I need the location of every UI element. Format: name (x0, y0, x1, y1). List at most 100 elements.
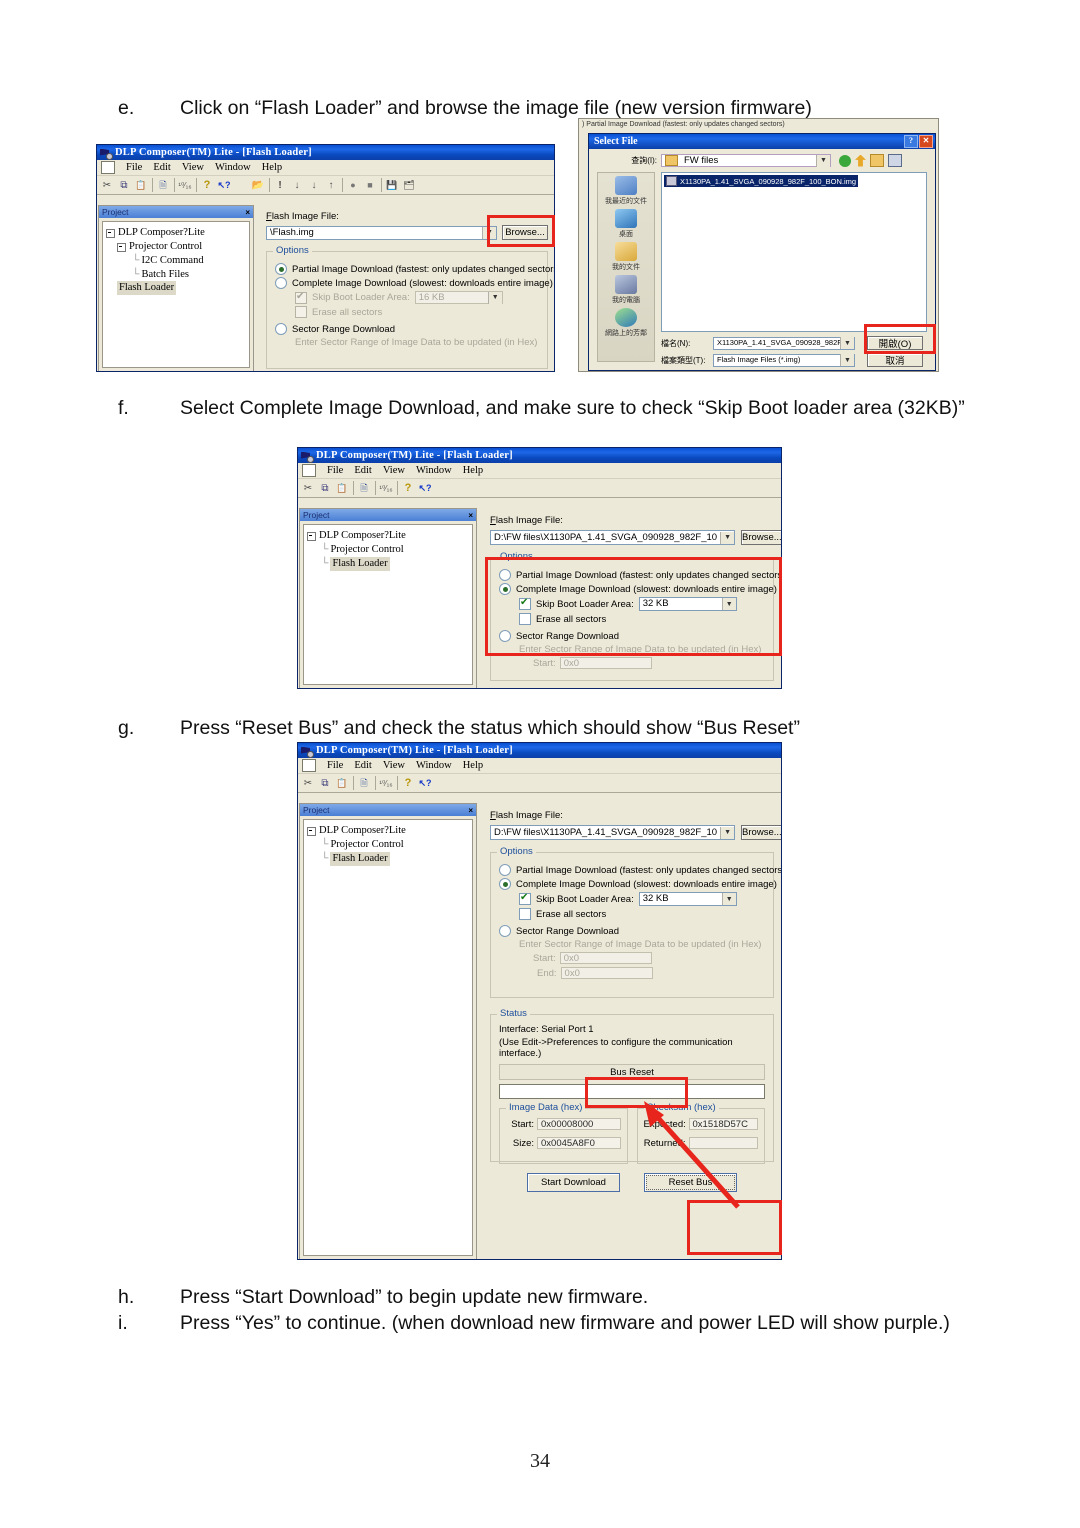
expand-collapse-icon[interactable] (307, 532, 316, 541)
partial-download-radio[interactable]: Partial Image Download (fastest: only up… (499, 569, 781, 581)
reset-bus-button[interactable]: Reset Bus (644, 1173, 737, 1192)
tree-item-root[interactable]: DLP Composer?Lite (106, 226, 246, 240)
tree-item-flash-loader[interactable]: └ Flash Loader (307, 851, 469, 866)
cut-icon[interactable] (301, 776, 315, 790)
returned-value[interactable] (688, 1137, 758, 1149)
skip-boot-loader-checkbox[interactable]: Skip Boot Loader Area: 32 KB ▼ (499, 892, 765, 906)
place-my-computer[interactable]: 我的電腦 (598, 275, 654, 305)
erase-all-sectors-checkbox[interactable]: Erase all sectors (275, 306, 539, 318)
exclamation-icon[interactable] (273, 178, 287, 192)
tree-item-flash-loader[interactable]: └ Flash Loader (307, 556, 469, 571)
skip-boot-loader-checkbox[interactable]: Skip Boot Loader Area: 16 KB ▼ (275, 291, 539, 304)
place-network[interactable]: 網路上的芳鄰 (598, 308, 654, 338)
download-icon[interactable] (290, 178, 304, 192)
partial-download-radio[interactable]: Partial Image Download (fastest: only up… (499, 864, 781, 876)
menu-window[interactable]: Window (416, 465, 452, 476)
paste-icon[interactable] (335, 481, 349, 495)
download-all-icon[interactable] (307, 178, 321, 192)
fraction-icon[interactable] (379, 776, 393, 790)
save-icon[interactable] (385, 178, 399, 192)
skip-boot-loader-checkbox[interactable]: Skip Boot Loader Area: 32 KB ▼ (499, 597, 765, 611)
record-icon[interactable] (346, 178, 360, 192)
menu-view[interactable]: View (182, 162, 204, 173)
image-start-value[interactable]: 0x00008000 (537, 1118, 621, 1130)
new-folder-icon[interactable] (870, 154, 884, 167)
chevron-down-icon[interactable]: ▼ (840, 337, 854, 349)
menu-view[interactable]: View (383, 760, 405, 771)
cut-icon[interactable] (100, 178, 114, 192)
file-list[interactable]: X1130PA_1.41_SVGA_090928_982F_100_BON.im… (661, 172, 927, 332)
tree-item-root[interactable]: DLP Composer?Lite (307, 529, 469, 543)
erase-all-sectors-checkbox[interactable]: Erase all sectors (499, 908, 765, 920)
help-arrow-icon[interactable] (418, 776, 432, 790)
menu-help[interactable]: Help (463, 760, 483, 771)
paste-icon[interactable] (335, 776, 349, 790)
chevron-down-icon[interactable]: ▼ (720, 826, 735, 839)
complete-download-radio[interactable]: Complete Image Download (slowest: downlo… (499, 878, 777, 890)
chevron-down-icon[interactable]: ▼ (816, 154, 830, 167)
sector-range-radio[interactable]: Sector Range Download (499, 630, 765, 642)
menu-help[interactable]: Help (262, 162, 282, 173)
copy-icon[interactable] (318, 776, 332, 790)
upload-icon[interactable] (324, 178, 338, 192)
partial-download-radio[interactable]: Partial Image Download (fastest: only up… (275, 263, 554, 275)
expand-collapse-icon[interactable] (106, 229, 115, 238)
open-button[interactable]: 開啟(O) (867, 336, 923, 350)
expand-collapse-icon[interactable] (117, 242, 126, 252)
file-list-item[interactable]: X1130PA_1.41_SVGA_090928_982F_100_BON.im… (664, 175, 859, 187)
close-icon[interactable]: × (245, 208, 250, 217)
expected-value[interactable]: 0x1518D57C (688, 1118, 758, 1130)
sector-start-input[interactable]: 0x0 (559, 657, 652, 669)
place-desktop[interactable]: 桌面 (598, 209, 654, 239)
chevron-down-icon[interactable]: ▼ (487, 291, 502, 304)
flash-image-file-input[interactable]: \Flash.img ▼ (266, 225, 497, 240)
page-icon[interactable] (402, 178, 416, 192)
place-my-documents[interactable]: 我的文件 (598, 242, 654, 272)
expand-collapse-icon[interactable] (307, 827, 316, 836)
help-icon[interactable]: ? (904, 135, 918, 148)
help-icon[interactable] (200, 178, 214, 192)
help-icon[interactable] (401, 776, 415, 790)
tree-item-root[interactable]: DLP Composer?Lite (307, 824, 469, 838)
menu-window[interactable]: Window (215, 162, 251, 173)
help-arrow-icon[interactable] (217, 178, 231, 192)
browse-button[interactable]: Browse... (741, 825, 781, 840)
back-icon[interactable] (839, 154, 851, 167)
fraction-icon[interactable] (178, 178, 192, 192)
chevron-down-icon[interactable]: ▼ (721, 893, 736, 905)
menu-view[interactable]: View (383, 465, 405, 476)
properties-icon[interactable] (357, 481, 371, 495)
sector-range-radio[interactable]: Sector Range Download (499, 925, 765, 937)
tree-item-i2c-command[interactable]: └ I2C Command (106, 254, 246, 268)
copy-icon[interactable] (117, 178, 131, 192)
chevron-down-icon[interactable]: ▼ (720, 531, 735, 544)
browse-button[interactable]: Browse... (741, 530, 781, 545)
tree-item-projector-control[interactable]: └ Projector Control (307, 543, 469, 557)
complete-download-radio[interactable]: Complete Image Download (slowest: downlo… (275, 277, 553, 289)
open-folder-icon[interactable] (251, 178, 265, 192)
start-download-button[interactable]: Start Download (527, 1173, 620, 1192)
browse-button[interactable]: Browse... (502, 225, 548, 240)
menu-edit[interactable]: Edit (153, 162, 171, 173)
cancel-button[interactable]: 取消 (867, 353, 923, 367)
menu-help[interactable]: Help (463, 465, 483, 476)
complete-download-radio[interactable]: Complete Image Download (slowest: downlo… (499, 583, 777, 595)
copy-icon[interactable] (318, 481, 332, 495)
sector-start-input[interactable]: 0x0 (559, 952, 652, 964)
views-icon[interactable] (888, 154, 902, 167)
close-icon[interactable]: ✕ (919, 135, 933, 148)
flash-image-file-input[interactable]: D:\FW files\X1130PA_1.41_SVGA_090928_982… (490, 530, 736, 545)
menu-file[interactable]: File (327, 760, 343, 771)
fraction-icon[interactable] (379, 481, 393, 495)
place-recent-documents[interactable]: 我最近的文件 (598, 176, 654, 206)
sector-end-input[interactable]: 0x0 (560, 967, 653, 979)
flash-image-file-input[interactable]: D:\FW files\X1130PA_1.41_SVGA_090928_982… (490, 825, 736, 840)
chevron-down-icon[interactable]: ▼ (721, 598, 736, 610)
cut-icon[interactable] (301, 481, 315, 495)
menu-window[interactable]: Window (416, 760, 452, 771)
menu-edit[interactable]: Edit (354, 465, 372, 476)
tree-item-projector-control[interactable]: └ Projector Control (307, 838, 469, 852)
stop-icon[interactable] (363, 178, 377, 192)
up-folder-icon[interactable] (855, 154, 866, 167)
menu-file[interactable]: File (126, 162, 142, 173)
